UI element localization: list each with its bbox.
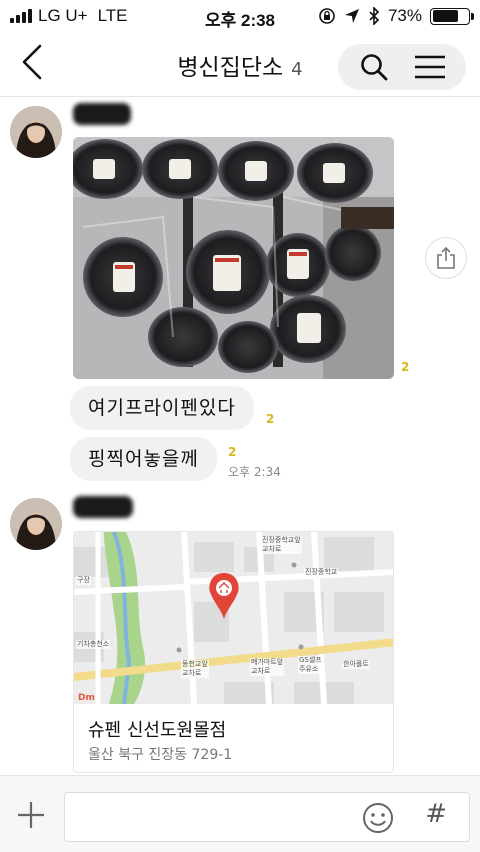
header-divider (0, 96, 480, 97)
location-name: 슈펜 신선도원몰점 (88, 720, 227, 741)
status-bar: LG U+ LTE 오후 2:38 73% (0, 0, 480, 32)
avatar[interactable] (10, 498, 62, 550)
location-address: 울산 북구 진장동 729-1 (88, 747, 233, 763)
search-icon (361, 54, 388, 81)
location-arrow-icon (344, 9, 359, 23)
text-message[interactable]: 핑찍어놓을께 (70, 437, 217, 481)
plus-icon[interactable] (14, 798, 48, 832)
map-label: 진장중학교앞 교차로 (261, 536, 302, 554)
redacted-sender-name (73, 496, 133, 518)
svg-text:Dm: Dm (78, 693, 95, 703)
battery-icon (430, 7, 474, 25)
unread-count: 2 (228, 445, 237, 459)
message-input[interactable]: # (64, 792, 470, 842)
battery-percent: 73% (387, 6, 422, 25)
menu-icon (415, 55, 445, 79)
location-card[interactable]: Dm 진장중학교앞 교차로 진장중학교 구장 기차총천소 동천교앞 교차로 메가… (73, 531, 394, 773)
avatar[interactable] (10, 106, 62, 158)
map-view[interactable]: Dm 진장중학교앞 교차로 진장중학교 구장 기차총천소 동천교앞 교차로 메가… (74, 532, 393, 704)
room-name: 병신집단소 (177, 55, 284, 81)
chat-header: 병신집단소 4 (0, 32, 480, 96)
map-label: 한아폴트 (342, 660, 370, 669)
orientation-lock-icon (319, 8, 335, 24)
unread-count: 2 (401, 360, 410, 374)
status-right: 73% (318, 6, 474, 26)
member-count: 4 (291, 59, 303, 80)
map-label: 기차총천소 (76, 640, 111, 649)
redacted-sender-name (73, 103, 131, 125)
bluetooth-icon (369, 7, 380, 25)
share-button[interactable] (425, 237, 467, 279)
photo-message[interactable] (73, 137, 394, 379)
share-icon (437, 246, 455, 269)
message-input-bar: # (0, 775, 480, 852)
map-label: 진장중학교 (304, 568, 339, 577)
text-message[interactable]: 여기프라이펜있다 (70, 386, 254, 430)
hashtag-search-icon[interactable]: # (425, 799, 447, 829)
avatar-photo (10, 106, 62, 158)
map-label: 메가마트앞 교차로 (250, 658, 285, 676)
map-label: GS셀프 주유소 (298, 656, 323, 674)
avatar-photo (10, 498, 62, 550)
map-label: 동천교앞 교차로 (181, 660, 209, 678)
map-label: 구장 (76, 576, 91, 585)
emoji-icon[interactable] (361, 801, 395, 835)
unread-count: 2 (266, 412, 275, 426)
map-graphic: Dm (74, 532, 393, 704)
search-button[interactable] (356, 49, 392, 85)
message-time: 오후 2:34 (228, 465, 281, 479)
menu-button[interactable] (412, 49, 448, 85)
header-actions (338, 44, 466, 90)
frying-pans-photo (73, 137, 394, 379)
